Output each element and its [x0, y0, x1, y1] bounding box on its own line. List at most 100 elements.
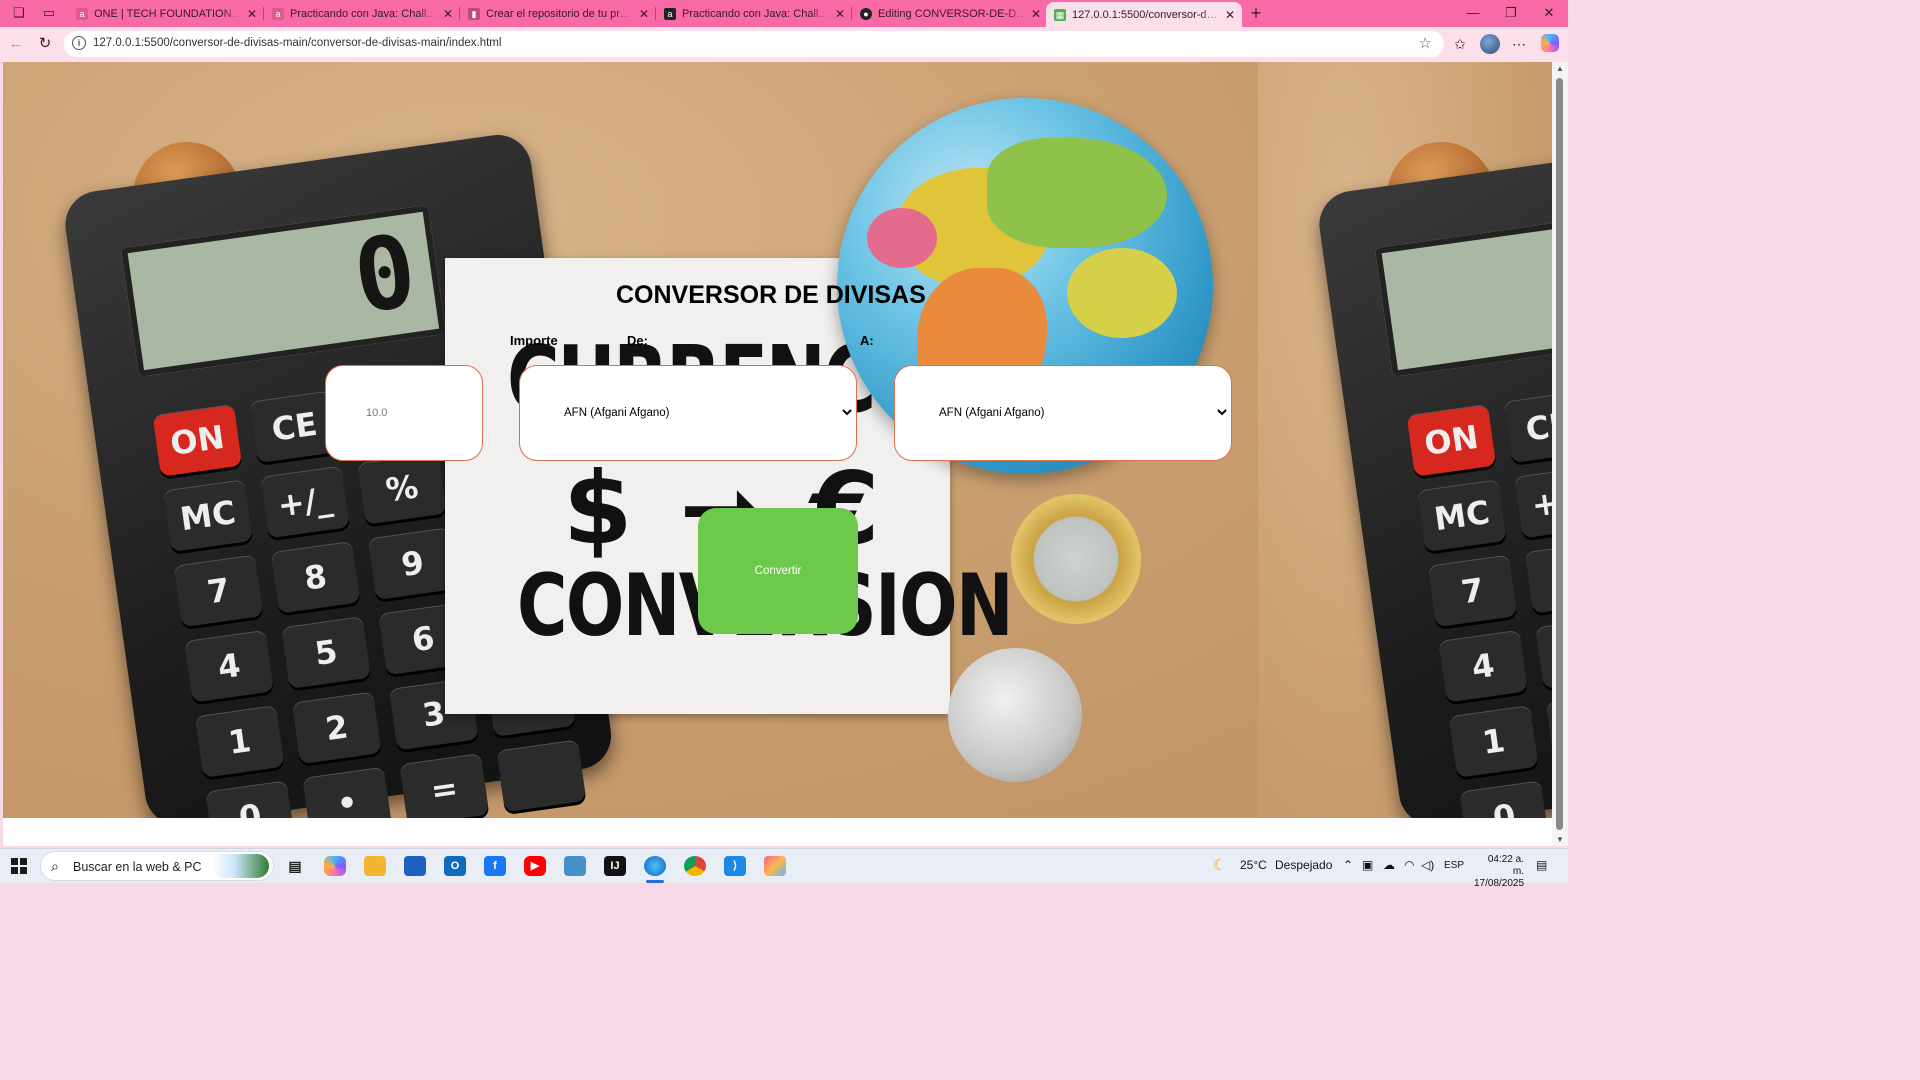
alura-icon: a [76, 7, 88, 20]
tab-actions-icon[interactable]: ▭ [41, 5, 57, 21]
tab-title: Practicando con Java: Challenge C [682, 7, 832, 20]
calc-key: 7 [173, 554, 264, 628]
facebook-icon[interactable]: f [484, 856, 506, 876]
convert-button[interactable]: Convertir [698, 508, 858, 634]
task-view-icon[interactable]: ▤ [284, 856, 306, 876]
page-footer-area [3, 818, 1552, 846]
profile-avatar[interactable] [1480, 34, 1500, 54]
file-explorer-icon[interactable] [364, 856, 386, 876]
windows-start-icon[interactable] [11, 858, 27, 874]
weather-temperature[interactable]: 25°C [1240, 858, 1267, 872]
taskbar-search-box[interactable]: ⌕ Buscar en la web & PC [40, 851, 274, 881]
amount-label: Importe [510, 333, 558, 348]
browser-tab-2[interactable]: a Practicando con Java: Challenge C ✕ [264, 2, 460, 25]
browser-tab-5[interactable]: ● Editing CONVERSOR-DE-DIVISAS ✕ [852, 2, 1048, 25]
url-text[interactable]: 127.0.0.1:5500/conversor-de-divisas-main… [93, 37, 501, 49]
page-icon: ▦ [1054, 8, 1066, 21]
onedrive-icon[interactable]: ☁ [1383, 858, 1395, 872]
intellij-icon[interactable]: IJ [604, 856, 626, 876]
calc-key: MC [163, 479, 253, 553]
edge-icon[interactable] [644, 856, 666, 876]
calc-key: 4 [1438, 629, 1528, 703]
calc-key: 8 [1524, 540, 1552, 614]
minimize-button[interactable]: — [1454, 3, 1492, 23]
browser-toolbar: ← ↻ i 127.0.0.1:5500/conversor-de-divisa… [0, 27, 1568, 63]
calc-key: +/_ [1514, 465, 1552, 539]
search-icon: ⌕ [51, 858, 59, 874]
search-highlight-image [211, 854, 269, 878]
calc-key: 1 [1448, 705, 1539, 778]
close-tab-icon[interactable]: ✕ [832, 7, 848, 21]
calc-key: = [399, 753, 490, 826]
close-tab-icon[interactable]: ✕ [440, 7, 456, 21]
workspaces-icon[interactable]: ❏ [11, 5, 27, 21]
copilot-app-icon[interactable] [324, 856, 346, 876]
weather-description[interactable]: Despejado [1275, 858, 1332, 872]
globe-land [987, 138, 1167, 248]
quarter-coin-image [948, 648, 1082, 782]
to-currency-select[interactable]: AFN (Afgani Afgano) [894, 365, 1232, 461]
close-tab-icon[interactable]: ✕ [1222, 8, 1238, 22]
wifi-icon[interactable]: ◠ [1404, 858, 1414, 872]
amount-input[interactable] [325, 365, 483, 461]
globe-land [1067, 248, 1177, 338]
tray-chevron-up-icon[interactable]: ⌃ [1343, 858, 1353, 872]
taskbar-clock[interactable]: 04:22 a. m. 17/08/2025 [1474, 854, 1524, 890]
globe-land [867, 208, 937, 268]
remote-desktop-icon[interactable] [564, 856, 586, 876]
restore-button[interactable]: ❐ [1492, 3, 1530, 23]
calc-key: MC [1417, 479, 1507, 553]
close-tab-icon[interactable]: ✕ [244, 7, 260, 21]
address-bar[interactable]: i 127.0.0.1:5500/conversor-de-divisas-ma… [64, 31, 1444, 57]
back-arrow-icon[interactable]: ← [6, 34, 26, 54]
browser-tab-strip: ❏ ▭ a ONE | TECH FOUNDATION - Espe ✕ a P… [0, 0, 1568, 27]
vertical-scrollbar[interactable]: ▲ ▼ [1552, 62, 1568, 846]
microsoft-store-icon[interactable] [404, 856, 426, 876]
calc-key: 8 [270, 540, 361, 614]
calc-key: 5 [281, 616, 372, 689]
calc-key: 1 [194, 705, 285, 778]
from-currency-select[interactable]: AFN (Afgani Afgano) [519, 365, 857, 461]
browser-tab-1[interactable]: a ONE | TECH FOUNDATION - Espe ✕ [68, 2, 264, 25]
copilot-icon[interactable] [1541, 34, 1559, 52]
favorite-star-icon[interactable]: ☆ [1419, 34, 1432, 52]
calc-key: ON [152, 403, 243, 477]
close-window-button[interactable]: ✕ [1530, 3, 1568, 23]
browser-tab-3[interactable]: ▮ Crear el repositorio de tu proyect ✕ [460, 2, 656, 25]
calc-key: % [357, 451, 447, 525]
scroll-up-arrow-icon[interactable]: ▲ [1556, 64, 1564, 73]
calculator-screen: 0 [120, 205, 446, 377]
app-diamond-icon[interactable] [764, 856, 786, 876]
calc-key: +/_ [260, 465, 350, 539]
vscode-icon[interactable]: ⟩ [724, 856, 746, 876]
tab-title: ONE | TECH FOUNDATION - Espe [94, 7, 244, 20]
euro-coin-image [1011, 494, 1141, 624]
reload-icon[interactable]: ↻ [35, 34, 55, 54]
notifications-icon[interactable]: ▤ [1536, 858, 1547, 872]
calculator-screen [1374, 205, 1552, 377]
youtube-icon[interactable]: ▶ [524, 856, 546, 876]
chevron-down-icon [1217, 409, 1227, 416]
scrollbar-thumb[interactable] [1556, 78, 1563, 830]
more-menu-icon[interactable]: ⋯ [1509, 34, 1529, 54]
from-currency-value: AFN (Afgani Afgano) [564, 407, 670, 419]
browser-tab-4[interactable]: a Practicando con Java: Challenge C ✕ [656, 2, 852, 25]
close-tab-icon[interactable]: ✕ [1028, 7, 1044, 21]
volume-icon[interactable]: ◁) [1421, 858, 1434, 872]
chrome-icon[interactable] [684, 856, 706, 876]
new-tab-button[interactable]: + [1246, 3, 1266, 23]
language-indicator[interactable]: ESP [1444, 860, 1464, 871]
outlook-icon[interactable]: O [444, 856, 466, 876]
favorites-icon[interactable]: ✩ [1450, 34, 1470, 54]
browser-tab-6-active[interactable]: ▦ 127.0.0.1:5500/conversor-de-divis ✕ [1046, 2, 1242, 27]
site-info-icon[interactable]: i [72, 36, 86, 50]
tray-app-icon[interactable]: ▣ [1362, 858, 1373, 872]
calc-key: 5 [1535, 616, 1552, 689]
close-tab-icon[interactable]: ✕ [636, 7, 652, 21]
tab-title: Crear el repositorio de tu proyect [486, 7, 636, 20]
scroll-down-arrow-icon[interactable]: ▼ [1556, 835, 1564, 844]
search-placeholder: Buscar en la web & PC [73, 860, 202, 874]
weather-moon-icon[interactable]: ☾ [1213, 856, 1226, 874]
from-currency-label: De: [627, 333, 648, 348]
clock-date: 17/08/2025 [1474, 878, 1525, 889]
